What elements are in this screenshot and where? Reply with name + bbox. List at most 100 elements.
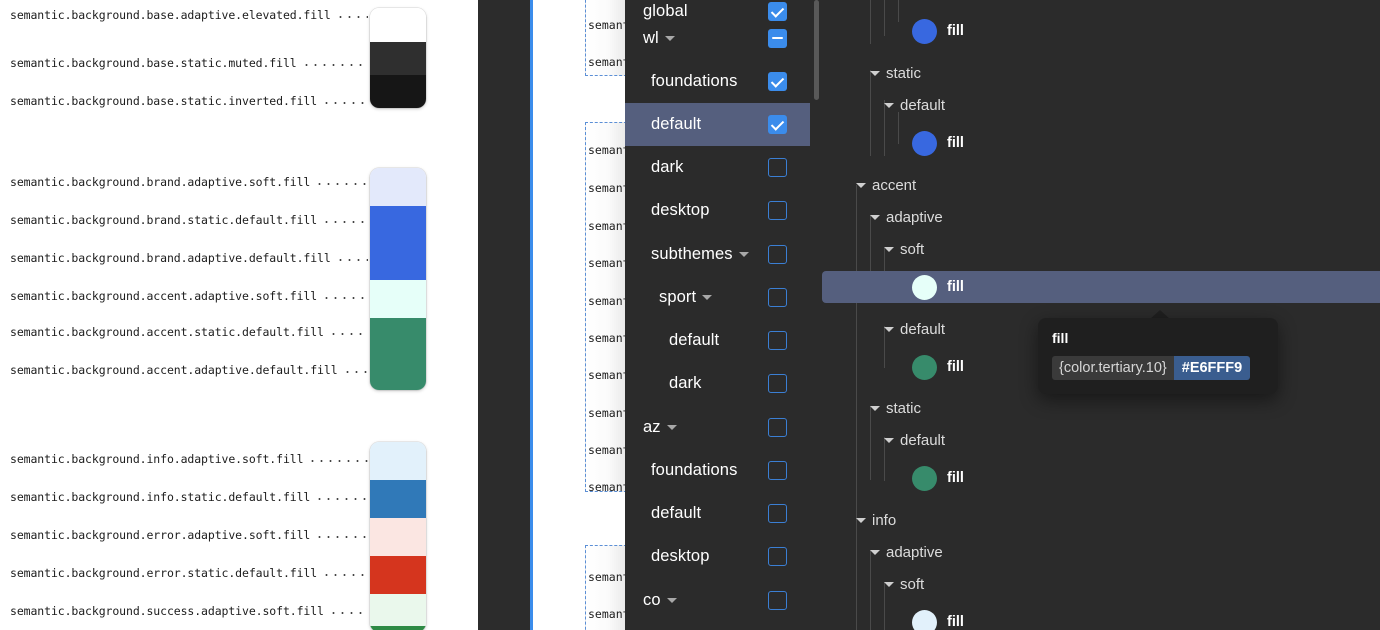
caret-down-icon[interactable] xyxy=(884,437,894,443)
theme-row-label-text: foundations xyxy=(651,72,738,90)
checkbox-subthemes[interactable] xyxy=(768,245,787,264)
tree-row-adaptive[interactable]: adaptive xyxy=(822,201,1380,233)
tree-row-default[interactable]: default xyxy=(822,89,1380,121)
tree-row-fill[interactable]: fill xyxy=(822,606,1380,630)
tree-row-soft[interactable]: soft xyxy=(822,233,1380,265)
theme-row-default[interactable]: default xyxy=(625,319,810,362)
checkbox-foundations[interactable] xyxy=(768,461,787,480)
theme-row-default[interactable]: default xyxy=(625,492,810,535)
theme-row-foundations[interactable]: foundations xyxy=(625,60,810,103)
checkbox-sport[interactable] xyxy=(768,288,787,307)
tree-row-static[interactable]: static xyxy=(822,392,1380,424)
checkbox-default[interactable] xyxy=(768,504,787,523)
token-name-label: semantic.background.accent.static.defaul… xyxy=(10,325,324,339)
checkbox-desktop[interactable] xyxy=(768,201,787,220)
theme-row-label-text: dark xyxy=(669,374,702,392)
token-name-label: semantic.background.base.static.inverted… xyxy=(10,94,318,108)
theme-row-az[interactable]: az xyxy=(625,406,810,449)
theme-row-co[interactable]: co xyxy=(625,579,810,622)
color-swatch-band xyxy=(370,518,426,556)
caret-down-icon[interactable] xyxy=(884,581,894,587)
tooltip-title: fill xyxy=(1052,330,1069,346)
token-name-label: semantic.background.brand.adaptive.defau… xyxy=(10,251,331,265)
tree-row-label: soft xyxy=(900,240,925,258)
tree-row-fill[interactable]: fill xyxy=(822,127,1380,159)
checkbox-foundations[interactable] xyxy=(768,72,787,91)
caret-down-icon[interactable] xyxy=(870,214,880,220)
drag-preview-token-label: semant xyxy=(588,406,627,420)
token-name-label: semantic.background.error.adaptive.soft.… xyxy=(10,528,311,542)
drag-preview-token-label: semant xyxy=(588,294,627,308)
theme-row-dark[interactable]: dark xyxy=(625,146,810,189)
caret-down-icon[interactable] xyxy=(884,102,894,108)
color-dot-swatch xyxy=(912,354,937,380)
dotted-leader xyxy=(335,253,368,264)
caret-down-icon[interactable] xyxy=(870,549,880,555)
tree-row-accent[interactable]: accent xyxy=(822,169,1380,201)
theme-row-label: foundations xyxy=(625,461,768,480)
theme-row-label: co xyxy=(625,591,768,610)
theme-row-label-text: sport xyxy=(659,288,697,306)
theme-row-desktop[interactable]: desktop xyxy=(625,189,810,232)
dotted-leader xyxy=(315,530,368,541)
checkbox-co[interactable] xyxy=(768,591,787,610)
tree-row-info[interactable]: info xyxy=(822,504,1380,536)
caret-down-icon[interactable] xyxy=(884,246,894,252)
tree-row-static[interactable]: static xyxy=(822,57,1380,89)
token-row: semantic.background.base.static.muted.fi… xyxy=(10,56,370,70)
tree-row-label: static xyxy=(886,399,922,417)
chevron-down-icon[interactable] xyxy=(664,36,675,42)
checkbox-default[interactable] xyxy=(768,331,787,350)
color-swatch-band xyxy=(370,318,426,390)
tree-row-fill[interactable]: fill xyxy=(822,462,1380,494)
color-swatch-band xyxy=(370,594,426,626)
tree-row-label: default xyxy=(900,96,946,114)
caret-down-icon[interactable] xyxy=(856,517,866,523)
token-row: semantic.background.error.adaptive.soft.… xyxy=(10,528,370,542)
color-swatch-band xyxy=(370,442,426,480)
theme-row-sport[interactable]: sport xyxy=(625,276,810,319)
checkbox-az[interactable] xyxy=(768,418,787,437)
dotted-leader xyxy=(322,96,368,107)
tree-row-label: default xyxy=(900,320,946,338)
checkbox-dark[interactable] xyxy=(768,374,787,393)
theme-row-default[interactable]: default xyxy=(625,103,810,146)
theme-row-label: desktop xyxy=(625,547,768,566)
caret-down-icon[interactable] xyxy=(870,70,880,76)
checkbox-wl[interactable] xyxy=(768,29,787,48)
selected-frame-edge[interactable] xyxy=(478,0,533,630)
tree-row-label: fill xyxy=(947,470,964,486)
chevron-down-icon[interactable] xyxy=(666,598,677,604)
tree-row-fill[interactable]: fill xyxy=(822,15,1380,47)
tooltip-token-reference: {color.tertiary.10} xyxy=(1052,356,1174,380)
checkbox-desktop[interactable] xyxy=(768,547,787,566)
theme-row-foundations[interactable]: foundations xyxy=(625,449,810,492)
theme-row-desktop[interactable]: desktop xyxy=(625,535,810,578)
theme-row-subthemes[interactable]: subthemes xyxy=(625,233,810,276)
theme-selection-panel[interactable]: global wl foundations default dark desktop sub… xyxy=(625,0,822,630)
chevron-down-icon[interactable] xyxy=(702,295,713,301)
tree-row-default[interactable]: default xyxy=(822,424,1380,456)
checkbox-default[interactable] xyxy=(768,115,787,134)
theme-row-label-text: default xyxy=(651,504,702,522)
chevron-down-icon[interactable] xyxy=(738,252,749,258)
token-row: semantic.background.brand.adaptive.defau… xyxy=(10,251,370,265)
panel-scrollbar[interactable] xyxy=(814,0,819,100)
caret-down-icon[interactable] xyxy=(856,182,866,188)
checkbox-dark[interactable] xyxy=(768,158,787,177)
color-dot-swatch xyxy=(912,465,937,491)
caret-down-icon[interactable] xyxy=(870,405,880,411)
theme-row-label: wl xyxy=(625,29,768,48)
theme-row-wl[interactable]: wl xyxy=(625,17,810,60)
color-swatch-stack xyxy=(370,168,426,390)
tree-row-label: fill xyxy=(947,359,964,375)
chevron-down-icon[interactable] xyxy=(666,425,677,431)
color-swatch-band xyxy=(370,168,426,206)
token-tree-panel[interactable]: fill static default fill accent adaptive soft f… xyxy=(822,0,1380,630)
tree-row-fill[interactable]: fill xyxy=(822,271,1380,303)
caret-down-icon[interactable] xyxy=(884,326,894,332)
theme-row-dark[interactable]: dark xyxy=(625,362,810,405)
tree-row-adaptive[interactable]: adaptive xyxy=(822,536,1380,568)
token-name-label: semantic.background.brand.adaptive.soft.… xyxy=(10,175,311,189)
tree-row-soft[interactable]: soft xyxy=(822,568,1380,600)
